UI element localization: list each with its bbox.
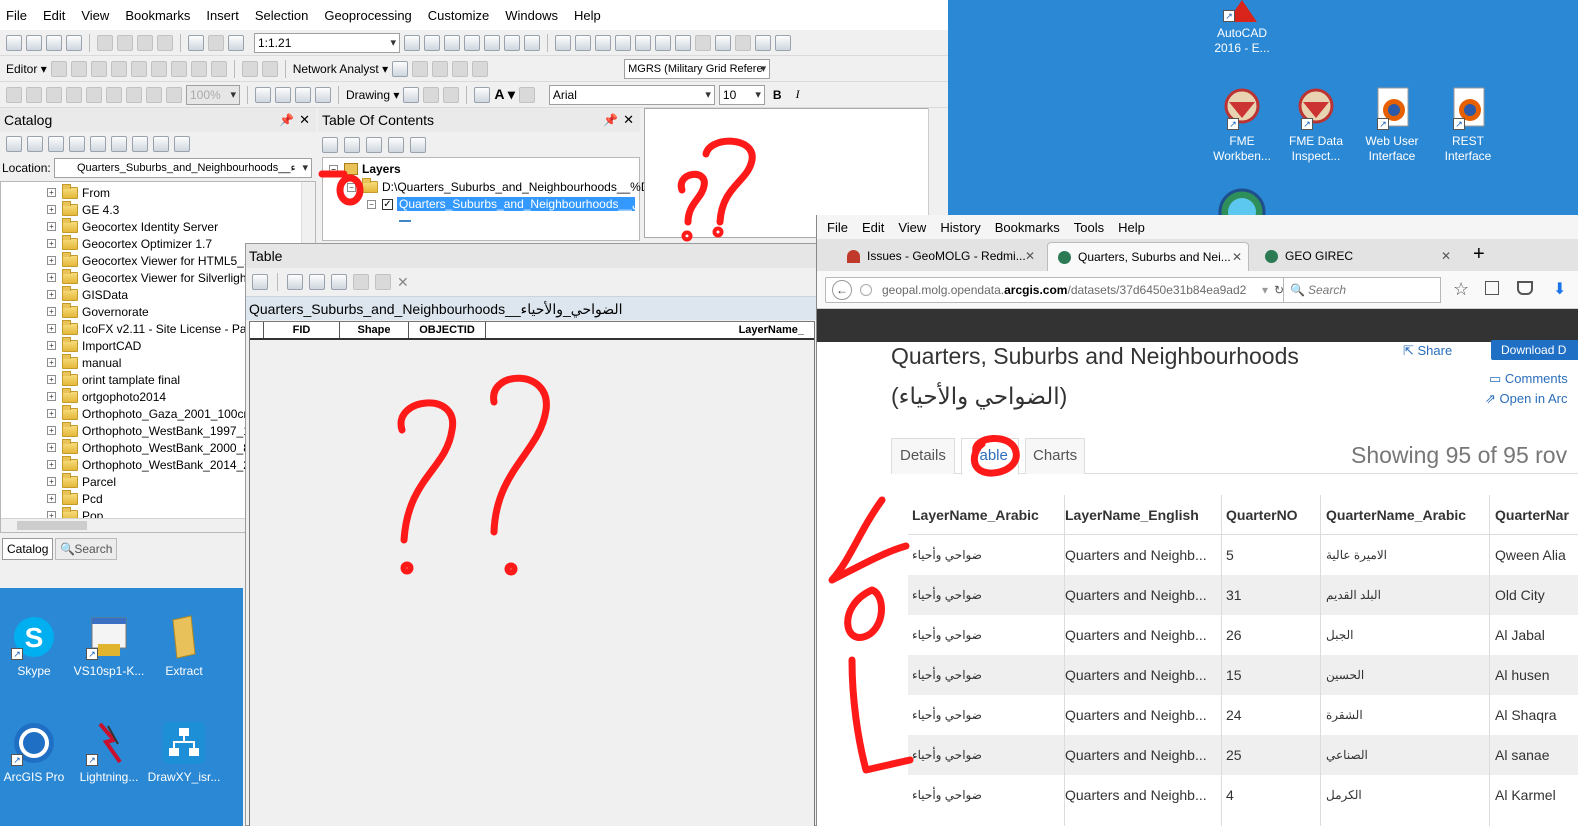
annotation-question-dot [400, 561, 414, 575]
annotation-question-dot [712, 226, 724, 238]
annotation-question-dot [681, 230, 693, 242]
annotation-scribble [848, 656, 914, 774]
annotation-question-mark [702, 137, 756, 226]
annotation-question-mark [397, 399, 457, 544]
annotation-question-mark [677, 170, 708, 226]
annotation-circle-table-tab [970, 435, 1020, 477]
annotation-circle [336, 174, 364, 206]
red-annotation-overlay [318, 137, 1020, 774]
annotation-scribble [844, 586, 885, 641]
annotation-scribble [828, 496, 910, 584]
annotation-question-dot [504, 562, 518, 576]
annotation-question-mark [490, 374, 550, 536]
